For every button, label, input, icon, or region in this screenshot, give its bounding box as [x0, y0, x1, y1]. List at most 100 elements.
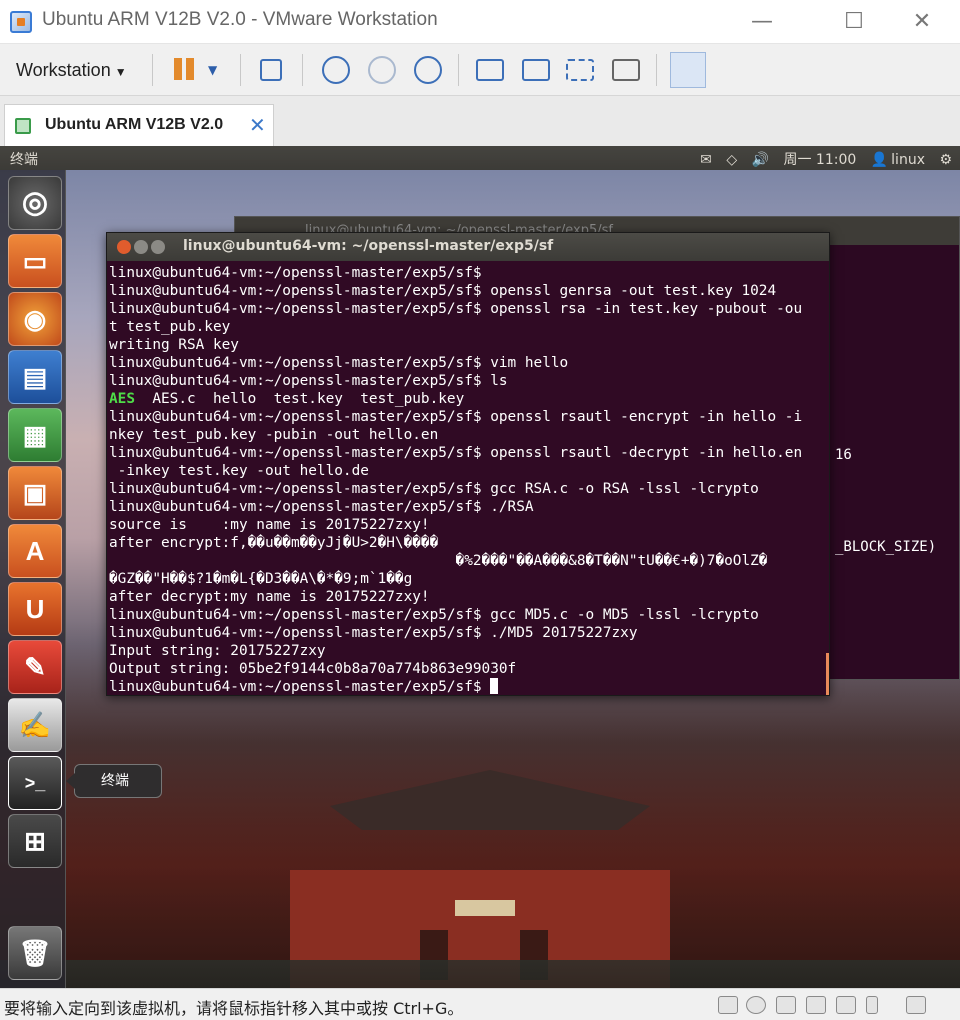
toolbar: Workstation ▼ ▼ [0, 44, 960, 96]
sound-icon[interactable] [836, 996, 856, 1014]
snapshot-manager-icon[interactable] [414, 56, 442, 84]
palace-plaque [455, 900, 515, 916]
writer-icon[interactable]: ▤ [8, 350, 62, 404]
software-center-icon[interactable]: A [8, 524, 62, 578]
status-message: 要将输入定向到该虚拟机，请将鼠标指针移入其中或按 Ctrl+G。 [4, 999, 464, 1018]
toolbar-separator [152, 54, 153, 86]
console-view-icon[interactable] [476, 59, 504, 81]
fullscreen-icon[interactable] [522, 59, 550, 81]
terminal-line: after encrypt:f,��u��m��yJj�U>2�H\���� [109, 535, 439, 551]
terminal-line: -inkey test.key -out hello.de [109, 463, 369, 479]
terminal-line: linux@ubuntu64-vm:~/openssl-master/exp5/… [109, 355, 569, 371]
workspace-switcher-icon[interactable]: ⊞ [8, 814, 62, 868]
background-terminal-text: 16 [835, 447, 852, 463]
palace-roof [330, 770, 650, 830]
calc-icon[interactable]: ▦ [8, 408, 62, 462]
cd-icon[interactable] [746, 996, 766, 1014]
terminal-line: linux@ubuntu64-vm:~/openssl-master/exp5/… [109, 409, 803, 425]
terminal-line: linux@ubuntu64-vm:~/openssl-master/exp5/… [109, 499, 534, 515]
terminal-scrollbar[interactable] [826, 653, 829, 695]
terminal-minimize-button[interactable] [134, 240, 148, 254]
toolbar-separator [656, 54, 657, 86]
usb-icon[interactable] [866, 996, 878, 1014]
files-icon[interactable]: ▭ [8, 234, 62, 288]
terminal-line: writing RSA key [109, 337, 239, 353]
terminal-line: �%2���"��A���&8�T��N"tU��€+�)7�oOlZ� [109, 553, 768, 569]
terminal-line: linux@ubuntu64-vm:~/openssl-master/exp5/… [109, 445, 803, 461]
terminal-line: linux@ubuntu64-vm:~/openssl-master/exp5/… [109, 283, 777, 299]
impress-icon[interactable]: ▣ [8, 466, 62, 520]
mail-icon[interactable]: ✉ [700, 152, 712, 168]
message-icon[interactable] [906, 996, 926, 1014]
terminal-line: linux@ubuntu64-vm:~/openssl-master/exp5/… [109, 481, 759, 497]
terminal-line: Input string: 20175227zxy [109, 643, 326, 659]
snapshot-revert-icon[interactable] [368, 56, 396, 84]
close-button[interactable]: ✕ [900, 6, 944, 38]
ls-exec-entry: AES [109, 391, 135, 407]
indicator-area: ✉ ◇ 🔊 周一 11:00 👤 linux ⚙ [690, 149, 952, 169]
settings-icon[interactable]: ✎ [8, 640, 62, 694]
background-terminal-text: _BLOCK_SIZE) [835, 539, 937, 555]
thumbnail-icon[interactable] [670, 52, 706, 88]
clock[interactable]: 周一 11:00 [783, 152, 856, 168]
terminal-line: t test_pub.key [109, 319, 231, 335]
active-app-title: 终端 [10, 152, 38, 168]
tab-ubuntu-arm[interactable]: Ubuntu ARM V12B V2.0 ✕ [4, 104, 274, 146]
terminal-close-button[interactable] [117, 240, 131, 254]
terminal-line: after decrypt:my name is 20175227zxy! [109, 589, 430, 605]
user-name[interactable]: linux [891, 152, 925, 168]
terminal-output[interactable]: linux@ubuntu64-vm:~/openssl-master/exp5/… [109, 264, 825, 694]
maximize-button[interactable]: ☐ [832, 6, 876, 38]
minimize-button[interactable]: — [740, 6, 784, 38]
terminal-titlebar: linux@ubuntu64-vm: ~/openssl-master/exp5… [107, 233, 829, 261]
wifi-icon[interactable]: ◇ [726, 152, 737, 168]
pause-icon[interactable] [172, 56, 200, 84]
ubuntu-top-panel: 终端 ✉ ◇ 🔊 周一 11:00 👤 linux ⚙ [0, 146, 960, 170]
terminal-prompt: linux@ubuntu64-vm:~/openssl-master/exp5/… [109, 679, 491, 694]
text-editor-icon[interactable]: ✍ [8, 698, 62, 752]
guest-screen[interactable]: 终端 ✉ ◇ 🔊 周一 11:00 👤 linux ⚙ ◎ ▭ ◉ ▤ ▦ ▣ A… [0, 146, 960, 988]
toolbar-separator [240, 54, 241, 86]
workstation-menu[interactable]: Workstation ▼ [8, 56, 135, 84]
terminal-window[interactable]: linux@ubuntu64-vm: ~/openssl-master/exp5… [106, 232, 830, 696]
vm-icon [15, 118, 31, 134]
terminal-line: linux@ubuntu64-vm:~/openssl-master/exp5/… [109, 625, 638, 641]
text-cursor [490, 678, 499, 694]
tab-close-icon[interactable]: ✕ [249, 113, 266, 137]
unity-launcher: ◎ ▭ ◉ ▤ ▦ ▣ A U ✎ ✍ >_ ⊞ 🗑 [0, 170, 66, 988]
network-icon[interactable] [260, 59, 282, 81]
fit-guest-icon[interactable] [566, 59, 594, 81]
volume-icon[interactable]: 🔊 [752, 152, 769, 168]
terminal-line: linux@ubuntu64-vm:~/openssl-master/exp5/… [109, 607, 759, 623]
foreground-trees [0, 960, 960, 988]
launcher-tooltip: 终端 [66, 764, 162, 798]
terminal-prompt-line: linux@ubuntu64-vm:~/openssl-master/exp5/… [109, 678, 825, 694]
terminal-line: linux@ubuntu64-vm:~/openssl-master/exp5/… [109, 265, 482, 281]
gear-icon[interactable]: ⚙ [939, 152, 952, 168]
ubuntu-one-icon[interactable]: U [8, 582, 62, 636]
trash-icon[interactable]: 🗑 [8, 926, 62, 980]
terminal-line-ls: AES AES.c hello test.key test_pub.key [109, 390, 825, 408]
terminal-line: nkey test_pub.key -pubin -out hello.en [109, 427, 439, 443]
hdd-icon[interactable] [718, 996, 738, 1014]
terminal-maximize-button[interactable] [151, 240, 165, 254]
terminal-line: Output string: 05be2f9144c0b8a70a774b863… [109, 661, 517, 677]
unity-icon[interactable] [612, 59, 640, 81]
window-title: Ubuntu ARM V12B V2.0 - VMware Workstatio… [42, 9, 438, 30]
tab-label: Ubuntu ARM V12B V2.0 [45, 116, 224, 133]
firefox-icon[interactable]: ◉ [8, 292, 62, 346]
terminal-line: source is :my name is 20175227zxy! [109, 517, 430, 533]
user-icon: 👤 [870, 152, 889, 168]
status-bar: 要将输入定向到该虚拟机，请将鼠标指针移入其中或按 Ctrl+G。 [0, 988, 960, 1020]
network-adapter-icon[interactable] [776, 996, 796, 1014]
dash-icon[interactable]: ◎ [8, 176, 62, 230]
toolbar-separator [302, 54, 303, 86]
vm-tabs: Ubuntu ARM V12B V2.0 ✕ [0, 96, 960, 146]
snapshot-take-icon[interactable] [322, 56, 350, 84]
terminal-icon[interactable]: >_ [8, 756, 62, 810]
dropdown-icon[interactable]: ▼ [208, 56, 222, 84]
window-titlebar: Ubuntu ARM V12B V2.0 - VMware Workstatio… [0, 0, 960, 44]
printer-icon[interactable] [806, 996, 826, 1014]
terminal-line: linux@ubuntu64-vm:~/openssl-master/exp5/… [109, 301, 803, 317]
terminal-title: linux@ubuntu64-vm: ~/openssl-master/exp5… [183, 238, 554, 254]
